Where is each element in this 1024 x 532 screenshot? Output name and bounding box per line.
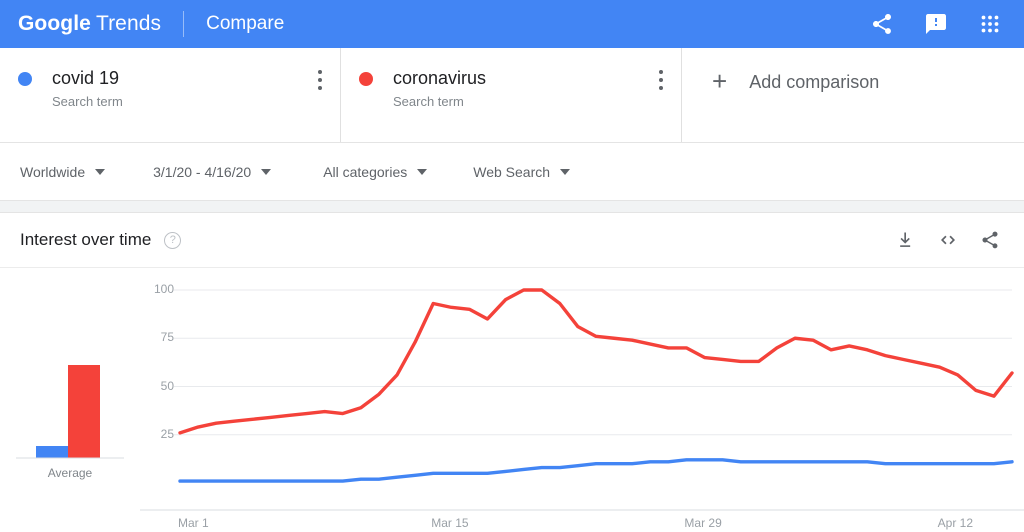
y-axis-tick-label: 100 [153, 282, 174, 296]
chart-actions [896, 230, 1000, 250]
google-trends-logo[interactable]: Google Trends [18, 12, 161, 36]
category-filter-label: All categories [323, 163, 408, 180]
y-axis-tick-label: 25 [160, 426, 174, 441]
share-icon[interactable] [980, 230, 1000, 250]
help-icon[interactable]: ? [164, 231, 182, 249]
appbar-actions [870, 12, 1002, 36]
average-bar-chart-svg [16, 365, 124, 459]
line-series-coronavirus [178, 288, 1014, 435]
term-color-dot [359, 72, 373, 86]
search-type-filter-label: Web Search [473, 163, 551, 180]
interest-over-time-chart[interactable]: 25 50 75 100 Mar 1 Mar 15 Mar 29 Apr 12 [140, 268, 1024, 532]
search-term-card-0[interactable]: covid 19 Search term [0, 48, 341, 142]
search-term-card-1[interactable]: coronavirus Search term [341, 48, 682, 142]
logo-trends-text: Trends [95, 12, 162, 35]
y-axis-tick-label: 75 [160, 330, 174, 345]
x-axis-tick-label: Apr 12 [937, 516, 973, 530]
term-options-kebab-icon[interactable] [318, 70, 322, 94]
location-filter-label: Worldwide [20, 163, 86, 180]
chart-area: Average 25 50 75 100 Mar 1 Mar 15 Mar 29 Apr 1… [0, 268, 1024, 532]
date-range-filter-label: 3/1/20 - 4/16/20 [153, 163, 252, 180]
average-bar-covid-19 [36, 446, 68, 458]
chevron-down-icon [560, 168, 571, 175]
category-filter[interactable]: All categories [323, 143, 428, 200]
average-bar-coronavirus [68, 365, 100, 458]
apps-grid-icon[interactable] [978, 12, 1002, 36]
term-name: coronavirus [393, 68, 487, 88]
search-type-filter[interactable]: Web Search [473, 143, 571, 200]
date-range-filter[interactable]: 3/1/20 - 4/16/20 [153, 143, 272, 200]
y-axis-tick-label: 50 [160, 378, 174, 393]
average-bar-chart[interactable]: Average [0, 268, 140, 532]
appbar-divider [183, 11, 185, 37]
app-bar: Google Trends Compare [0, 0, 1024, 48]
term-type: Search term [393, 94, 464, 109]
term-type: Search term [52, 94, 123, 109]
add-comparison-button[interactable]: + Add comparison [682, 48, 1024, 142]
download-icon[interactable] [896, 230, 916, 250]
location-filter[interactable]: Worldwide [20, 143, 106, 200]
page-title: Compare [206, 13, 285, 34]
average-axis-label: Average [47, 466, 93, 480]
x-axis-tick-label: Mar 15 [431, 516, 469, 530]
comparison-bar: covid 19 Search term coronavirus Search … [0, 48, 1024, 143]
section-spacer [0, 201, 1024, 213]
line-series-covid-19 [178, 458, 1014, 483]
logo-google-text: Google [18, 12, 91, 35]
add-comparison-label: Add comparison [749, 72, 880, 92]
interest-over-time-header: Interest over time ? [0, 213, 1024, 268]
term-text-group: covid 19 Search term [52, 66, 123, 109]
x-axis-tick-label: Mar 29 [684, 516, 722, 530]
x-axis-tick-label: Mar 1 [178, 516, 209, 530]
feedback-icon[interactable] [924, 12, 948, 36]
plus-icon: + [712, 66, 728, 96]
chevron-down-icon [95, 168, 106, 175]
term-text-group: coronavirus Search term [393, 66, 486, 109]
filter-bar: Worldwide 3/1/20 - 4/16/20 All categorie… [0, 143, 1024, 201]
term-name: covid 19 [52, 68, 120, 88]
term-color-dot [18, 72, 32, 86]
term-options-kebab-icon[interactable] [659, 70, 663, 94]
chevron-down-icon [417, 168, 428, 175]
embed-code-icon[interactable] [938, 230, 958, 250]
chevron-down-icon [261, 168, 272, 175]
interest-over-time-chart-svg [140, 288, 1024, 511]
google-trends-page: Google Trends Compare covid 19 Search te… [0, 0, 1024, 532]
share-icon[interactable] [870, 12, 894, 36]
interest-over-time-title: Interest over time [20, 230, 152, 249]
